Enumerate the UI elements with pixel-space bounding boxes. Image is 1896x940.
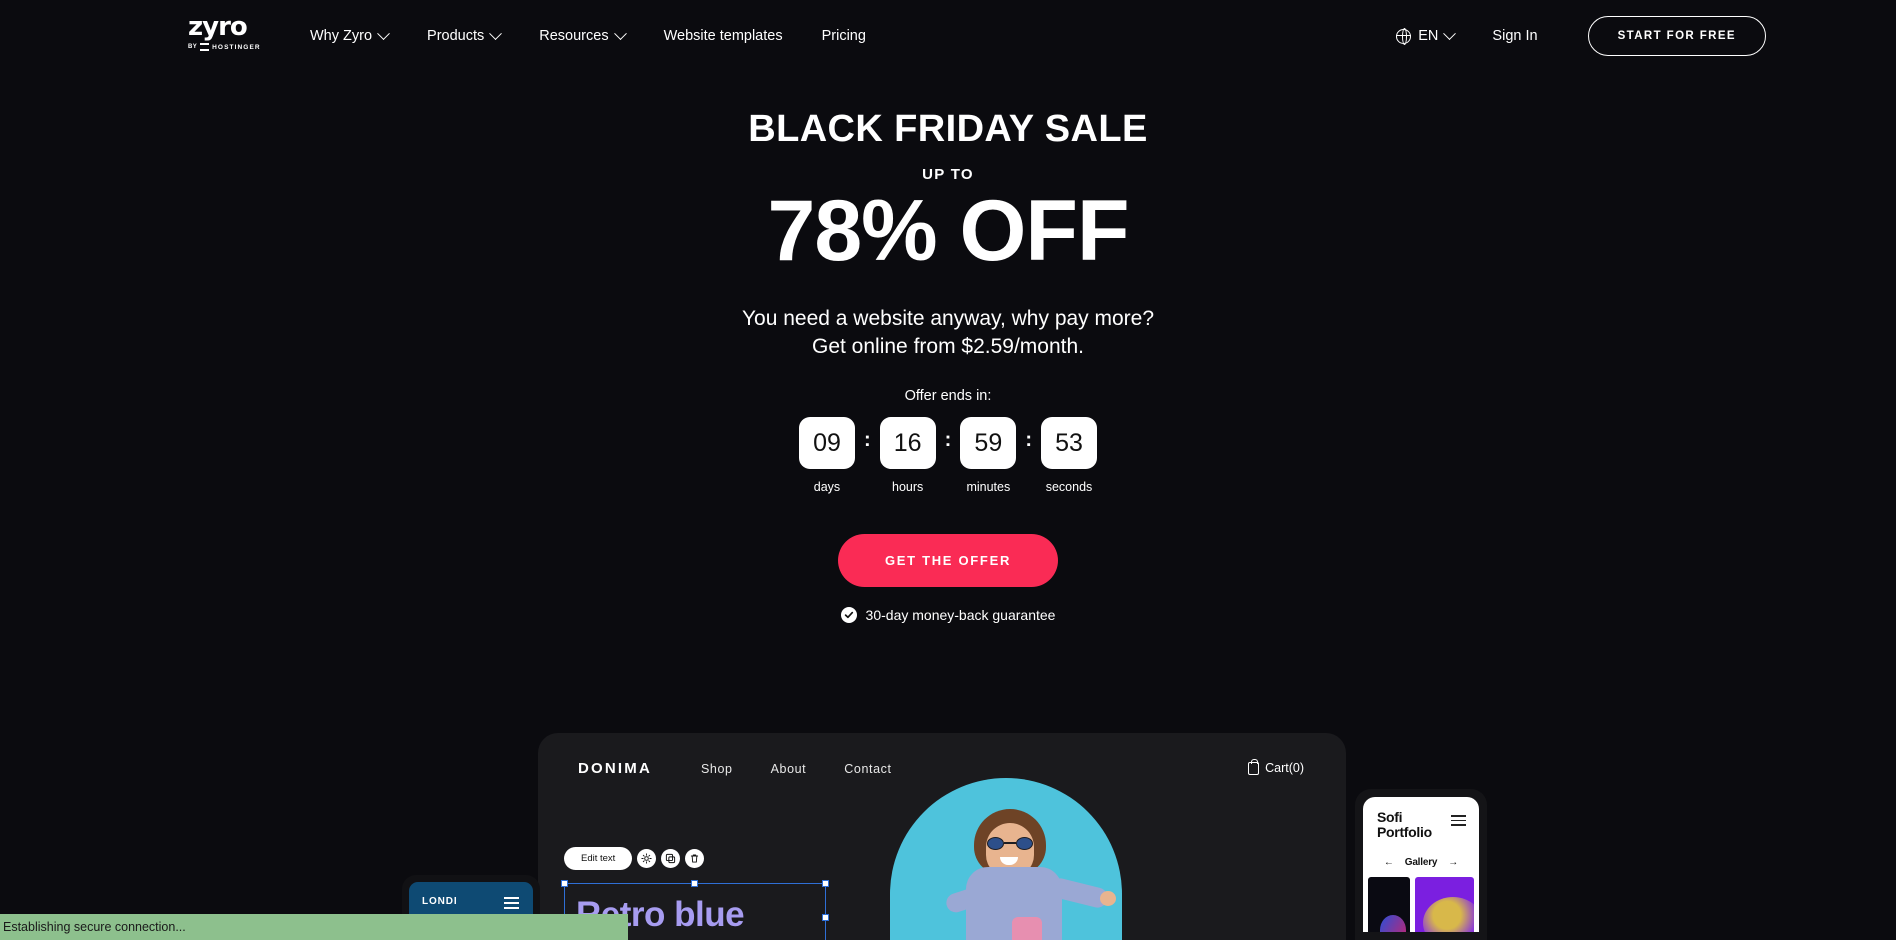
settings-icon[interactable] [637,849,657,868]
logo-by-label: BY [188,44,198,50]
delete-icon[interactable] [685,849,705,868]
countdown-value: 16 [879,417,936,469]
arrow-left-icon[interactable]: ← [1384,857,1394,868]
nav-item-label: Pricing [821,28,866,44]
chevron-down-icon [613,26,627,40]
zyro-logo-wordmark: zyro [188,12,248,42]
language-selector[interactable]: EN [1395,26,1457,45]
hamburger-menu-icon[interactable] [504,897,519,912]
nav-item-products[interactable]: Products [427,26,523,44]
duplicate-icon[interactable] [661,849,681,868]
editor-toolbar: Edit text [564,847,705,870]
nav-item-label: Resources [539,28,609,44]
countdown-hours: 16 hours [876,417,940,494]
discount-headline: 78% OFF [767,183,1130,279]
zyro-logo-subtitle: BY HOSTINGER [188,43,264,51]
countdown-separator: : [944,429,952,451]
hero-lead-line-1: You need a website anyway, why pay more? [741,307,1155,330]
gallery-nav: ← Gallery → [1363,857,1479,868]
guarantee-text: 30-day money-back guarantee [865,607,1056,623]
logo-hostinger-label: HOSTINGER [212,43,261,51]
donima-nav: Shop About Contact [701,762,892,776]
gallery-thumbnail[interactable] [1415,877,1474,932]
londi-logo: LONDI [422,896,458,907]
phone-mockup-right[interactable]: Sofi Portfolio ← Gallery → [1355,789,1487,940]
up-to-label: UP TO [922,166,974,183]
cart-label: Cart(0) [1265,761,1304,775]
hero-lead-line-2: Get online from $2.59/month. [812,335,1084,358]
zyro-logo[interactable]: zyro BY HOSTINGER [188,14,264,51]
sign-in-link[interactable]: Sign In [1492,28,1537,44]
countdown-value: 59 [960,417,1017,469]
globe-icon [1395,28,1412,45]
start-for-free-button[interactable]: START FOR FREE [1587,16,1766,56]
countdown-value: 53 [1041,417,1097,469]
sofi-title-line-1: Sofi [1377,809,1403,825]
donima-nav-shop[interactable]: Shop [701,762,733,776]
laptop-mockup[interactable]: DONIMA Shop About Contact Cart(0) Edit t… [538,733,1346,940]
donima-nav-contact[interactable]: Contact [844,762,891,776]
donima-nav-about[interactable]: About [771,762,807,776]
countdown-label: minutes [966,480,1011,494]
top-navigation-bar: zyro BY HOSTINGER Why Zyro Products Reso… [0,0,1896,72]
language-label: EN [1418,28,1439,44]
page-title: BLACK FRIDAY SALE [748,108,1148,150]
countdown-label: hours [892,480,924,494]
model-handbag [1012,917,1042,940]
donima-cart[interactable]: Cart(0) [1248,759,1304,775]
countdown-separator: : [1025,429,1032,451]
shopping-bag-icon [1248,759,1260,775]
nav-item-label: Products [427,28,485,44]
countdown-minutes: 59 minutes [956,417,1020,494]
browser-status-bar: Establishing secure connection... [0,914,628,940]
model-illustration [928,809,1116,940]
nav-item-pricing[interactable]: Pricing [822,28,889,44]
gallery-thumbnail[interactable] [1368,877,1410,932]
get-the-offer-button[interactable]: GET THE OFFER [837,534,1059,587]
sofi-portfolio-preview: Sofi Portfolio ← Gallery → [1363,797,1479,932]
primary-nav-links: Why Zyro Products Resources Website temp… [310,0,889,72]
nav-item-label: Website templates [663,28,783,44]
check-circle-icon [840,607,857,623]
offer-ends-label: Offer ends in: [904,388,992,404]
arrow-right-icon[interactable]: → [1448,857,1458,868]
chevron-down-icon [1443,26,1457,40]
chevron-down-icon [489,26,503,40]
countdown-value: 09 [798,417,855,469]
countdown-label: days [813,480,841,494]
hostinger-icon [200,43,210,51]
sofi-title-line-2: Portfolio [1377,824,1432,840]
product-mockups: DONIMA Shop About Contact Cart(0) Edit t… [0,720,1896,940]
hero-section: BLACK FRIDAY SALE UP TO 78% OFF You need… [0,106,1896,623]
hamburger-menu-icon[interactable] [1451,815,1466,829]
page-root: zyro BY HOSTINGER Why Zyro Products Reso… [0,0,1896,940]
sunglasses-icon [987,837,1033,850]
countdown-days: 09 days [795,417,859,494]
chevron-down-icon [377,26,390,40]
resize-handle[interactable] [561,880,568,887]
countdown-timer: 09 days : 16 hours : 59 minutes : 53 sec… [0,417,1896,494]
gallery-thumbnails [1363,877,1479,932]
resize-handle[interactable] [822,880,829,887]
resize-handle[interactable] [691,880,698,887]
countdown-separator: : [863,429,871,451]
nav-item-why-zyro[interactable]: Why Zyro [310,26,411,44]
nav-item-website-templates[interactable]: Website templates [664,28,806,44]
donima-logo: DONIMA [578,760,653,777]
donima-site-header: DONIMA Shop About Contact Cart(0) [538,757,1346,787]
gallery-label: Gallery [1404,857,1438,868]
resize-handle[interactable] [822,914,829,921]
edit-text-button[interactable]: Edit text [564,847,633,870]
countdown-seconds: 53 seconds [1037,417,1101,494]
nav-item-resources[interactable]: Resources [539,26,647,44]
countdown-label: seconds [1045,480,1093,494]
status-message: Establishing secure connection... [3,920,186,934]
nav-item-label: Why Zyro [310,28,373,44]
model-hand [1100,891,1116,906]
nav-right-actions: EN Sign In START FOR FREE [1395,0,1766,72]
sofi-portfolio-title: Sofi Portfolio [1377,810,1432,840]
guarantee-row: 30-day money-back guarantee [0,607,1896,623]
